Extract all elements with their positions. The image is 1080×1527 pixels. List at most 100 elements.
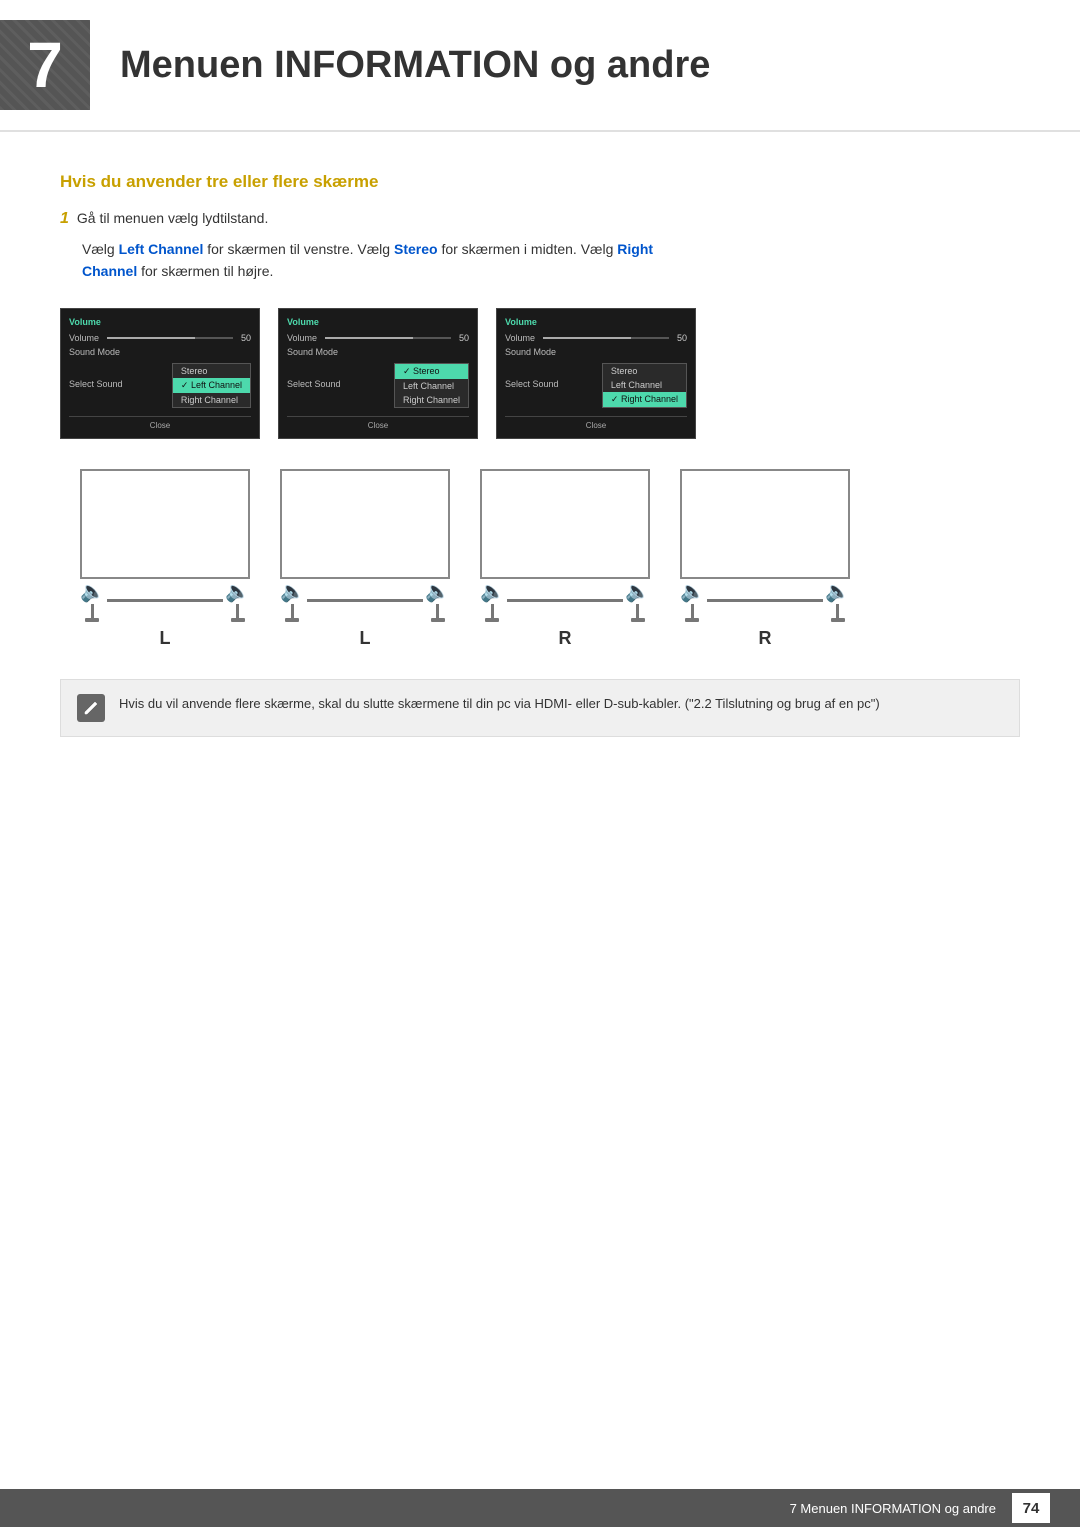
speaker-stem-r-1 xyxy=(236,604,239,618)
speaker-stem-r-3 xyxy=(636,604,639,618)
osd-volume-bar-2: 50 xyxy=(325,333,469,343)
osd-vol-num-2: 50 xyxy=(455,333,469,343)
page-header: 7 Menuen INFORMATION og andre xyxy=(0,0,1080,132)
osd-close-3: Close xyxy=(505,416,687,430)
osd-item-right-3: ✓ Right Channel xyxy=(603,392,686,407)
osd-volume-row-2: Volume 50 xyxy=(287,331,469,345)
speaker-right-1: 🔈 xyxy=(225,579,250,622)
monitor-3: 🔈 🔈 R xyxy=(480,469,650,649)
highlight-right: Right xyxy=(617,241,653,257)
osd-bar-track-2 xyxy=(325,337,451,339)
osd-dropdown-1: Stereo ✓ Left Channel Right Channel xyxy=(172,363,251,408)
highlight-right2: Channel xyxy=(82,263,137,279)
highlight-stereo: Stereo xyxy=(394,241,438,257)
speaker-stem-2 xyxy=(291,604,294,618)
osd-section-title-2: Volume xyxy=(287,317,469,327)
speaker-right-4: 🔈 xyxy=(825,579,850,622)
osd-panel-1: Volume Volume 50 Sound Mode Select Sound… xyxy=(60,308,260,439)
connector-bar-3 xyxy=(507,599,623,602)
osd-bar-track-1 xyxy=(107,337,233,339)
osd-dropdown-2: ✓ Stereo Left Channel Right Channel xyxy=(394,363,469,408)
pencil-icon xyxy=(83,700,99,716)
speaker-icon-right-1: 🔈 xyxy=(225,579,250,604)
monitor-1: 🔈 🔈 L xyxy=(80,469,250,649)
osd-item-stereo-3: Stereo xyxy=(603,364,686,378)
osd-volume-row-1: Volume 50 xyxy=(69,331,251,345)
monitor-screen-4 xyxy=(680,469,850,579)
speaker-right-2: 🔈 xyxy=(425,579,450,622)
monitor-screen-2 xyxy=(280,469,450,579)
osd-select-sound-label-2: Select Sound xyxy=(287,379,341,389)
speaker-icon-left-3: 🔈 xyxy=(480,579,505,604)
osd-bar-fill-3 xyxy=(543,337,631,339)
osd-item-right-1: Right Channel xyxy=(173,393,250,407)
speaker-right-3: 🔈 xyxy=(625,579,650,622)
speaker-left-2: 🔈 xyxy=(280,579,305,622)
step1-desc: Vælg Left Channel for skærmen til venstr… xyxy=(60,238,1020,283)
speaker-left-1: 🔈 xyxy=(80,579,105,622)
chapter-number: 7 xyxy=(27,33,63,97)
osd-select-sound-row-3: Select Sound Stereo Left Channel ✓ Right… xyxy=(505,359,687,410)
osd-volume-bar-3: 50 xyxy=(543,333,687,343)
osd-volume-label-2: Volume xyxy=(287,333,317,343)
osd-item-left-3: Left Channel xyxy=(603,378,686,392)
connector-bar-2 xyxy=(307,599,423,602)
osd-item-right-2: Right Channel xyxy=(395,393,468,407)
connector-bar-4 xyxy=(707,599,823,602)
speaker-icon-right-2: 🔈 xyxy=(425,579,450,604)
speaker-stem-r-2 xyxy=(436,604,439,618)
speaker-foot-4 xyxy=(685,618,699,622)
chapter-badge: 7 xyxy=(0,20,90,110)
osd-bar-fill-1 xyxy=(107,337,195,339)
osd-item-left-1: ✓ Left Channel xyxy=(173,378,250,393)
footer-text: 7 Menuen INFORMATION og andre xyxy=(790,1501,996,1516)
chapter-title: Menuen INFORMATION og andre xyxy=(120,44,710,87)
speaker-foot-r-2 xyxy=(431,618,445,622)
monitor-diagrams: 🔈 🔈 L 🔈 xyxy=(80,469,1020,649)
osd-panel-2: Volume Volume 50 Sound Mode Select Sound… xyxy=(278,308,478,439)
note-icon xyxy=(77,694,105,722)
osd-bar-track-3 xyxy=(543,337,669,339)
channel-label-4: R xyxy=(759,628,772,649)
osd-volume-row-3: Volume 50 xyxy=(505,331,687,345)
speaker-icon-right-3: 🔈 xyxy=(625,579,650,604)
monitor-base-row-4: 🔈 🔈 xyxy=(680,579,850,622)
monitor-screen-1 xyxy=(80,469,250,579)
osd-sound-mode-row-3: Sound Mode xyxy=(505,345,687,359)
osd-item-stereo-2: ✓ Stereo xyxy=(395,364,468,379)
speaker-foot-r-3 xyxy=(631,618,645,622)
monitor-base-row-2: 🔈 🔈 xyxy=(280,579,450,622)
highlight-left: Left Channel xyxy=(119,241,204,257)
speaker-foot-r-4 xyxy=(831,618,845,622)
osd-select-sound-label-1: Select Sound xyxy=(69,379,123,389)
osd-select-sound-row-2: Select Sound ✓ Stereo Left Channel Right… xyxy=(287,359,469,410)
speaker-stem-1 xyxy=(91,604,94,618)
osd-sound-mode-row-2: Sound Mode xyxy=(287,345,469,359)
step1-text: Gå til menuen vælg lydtilstand. xyxy=(77,210,268,226)
speaker-icon-left-4: 🔈 xyxy=(680,579,705,604)
osd-close-1: Close xyxy=(69,416,251,430)
osd-sound-mode-label-1: Sound Mode xyxy=(69,347,120,357)
monitor-screen-3 xyxy=(480,469,650,579)
osd-item-stereo-1: Stereo xyxy=(173,364,250,378)
osd-select-sound-row-1: Select Sound Stereo ✓ Left Channel Right… xyxy=(69,359,251,410)
speaker-left-3: 🔈 xyxy=(480,579,505,622)
content-area: Hvis du anvender tre eller flere skærme … xyxy=(0,172,1080,737)
monitor-base-row-3: 🔈 🔈 xyxy=(480,579,650,622)
osd-section-title-1: Volume xyxy=(69,317,251,327)
monitor-4: 🔈 🔈 R xyxy=(680,469,850,649)
speaker-icon-right-4: 🔈 xyxy=(825,579,850,604)
osd-sound-mode-label-3: Sound Mode xyxy=(505,347,556,357)
osd-panels-container: Volume Volume 50 Sound Mode Select Sound… xyxy=(60,308,1020,439)
osd-sound-mode-row-1: Sound Mode xyxy=(69,345,251,359)
osd-bar-fill-2 xyxy=(325,337,413,339)
speaker-foot-2 xyxy=(285,618,299,622)
page-footer: 7 Menuen INFORMATION og andre 74 xyxy=(0,1489,1080,1527)
speaker-icon-left-2: 🔈 xyxy=(280,579,305,604)
osd-close-2: Close xyxy=(287,416,469,430)
osd-volume-bar-1: 50 xyxy=(107,333,251,343)
step-number: 1 xyxy=(60,210,69,228)
speaker-icon-left-1: 🔈 xyxy=(80,579,105,604)
osd-dropdown-3: Stereo Left Channel ✓ Right Channel xyxy=(602,363,687,408)
speaker-stem-r-4 xyxy=(836,604,839,618)
